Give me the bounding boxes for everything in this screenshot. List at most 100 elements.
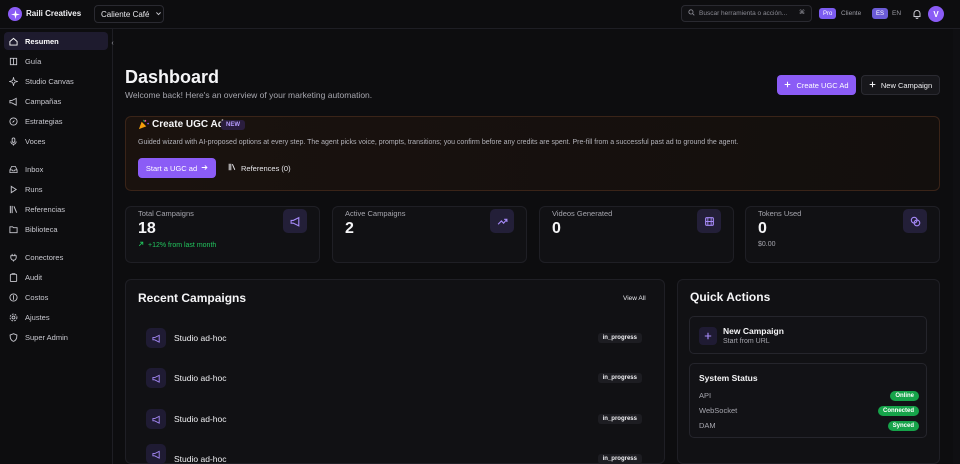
sidebar-item-label: Voces <box>25 136 46 146</box>
bell-icon[interactable] <box>912 9 922 19</box>
campaign-name: Studio ad-hoc <box>174 454 227 464</box>
sidebar-item-runs[interactable]: Runs <box>4 180 108 198</box>
shield-icon <box>9 332 18 342</box>
library-icon <box>228 163 236 173</box>
campaign-name: Studio ad-hoc <box>174 373 227 383</box>
sidebar-item-inbox[interactable]: Inbox <box>4 160 108 178</box>
sidebar-item-label: Estrategias <box>25 116 63 126</box>
trending-up-icon <box>490 209 514 233</box>
status-badge: in_progress <box>597 373 642 383</box>
sidebar-item-label: Resumen <box>25 36 59 46</box>
lang-es-button[interactable]: ES <box>872 8 889 19</box>
stat-label: Videos Generated <box>552 209 613 218</box>
workspace-name: Caliente Café <box>101 9 150 19</box>
sidebar-item-conectores[interactable]: Conectores <box>4 248 108 266</box>
status-row-api: API Online <box>699 391 919 401</box>
campaign-name: Studio ad-hoc <box>174 414 227 424</box>
role-label[interactable]: Cliente <box>841 10 861 17</box>
sidebar-item-guia[interactable]: Guía <box>4 52 108 70</box>
arrow-right-icon <box>201 164 208 173</box>
party-icon <box>138 119 149 132</box>
status-badge: in_progress <box>597 414 642 424</box>
sidebar-item-referencias[interactable]: Referencias <box>4 200 108 218</box>
stat-card-total-campaigns: Total Campaigns 18 +12% from last month <box>125 206 320 263</box>
sidebar-item-label: Studio Canvas <box>25 76 74 86</box>
status-badge: in_progress <box>597 333 642 343</box>
sidebar-item-biblioteca[interactable]: Biblioteca <box>4 220 108 238</box>
new-badge: NEW <box>221 120 245 130</box>
avatar[interactable]: V <box>928 6 944 22</box>
megaphone-icon <box>146 409 166 429</box>
plus-icon <box>699 327 717 345</box>
stat-value: 0 <box>552 220 561 237</box>
start-ugc-ad-button[interactable]: Start a UGC ad <box>138 158 216 178</box>
view-all-link[interactable]: View All <box>623 295 646 302</box>
status-label: DAM <box>699 421 716 430</box>
sidebar-item-estrategias[interactable]: Estrategias <box>4 112 108 130</box>
quick-action-subtitle: Start from URL <box>723 338 770 345</box>
sidebar-item-label: Super Admin <box>25 332 68 342</box>
new-campaign-label: New Campaign <box>880 80 933 90</box>
coin-icon <box>9 292 18 302</box>
sidebar-item-campanas[interactable]: Campañas <box>4 92 108 110</box>
top-bar: Raili Creatives Caliente Café Buscar her… <box>0 0 960 29</box>
references-label: References (0) <box>241 163 291 173</box>
list-item[interactable]: Studio ad-hoc in_progress <box>146 444 646 464</box>
stat-value: 2 <box>345 220 354 237</box>
sidebar-item-label: Audit <box>25 272 43 282</box>
scrollbar[interactable] <box>953 29 960 464</box>
stat-card-tokens-used: Tokens Used 0 $0.00 <box>745 206 940 263</box>
list-item[interactable]: Studio ad-hoc in_progress <box>146 368 646 388</box>
sidebar-item-ajustes[interactable]: Ajustes <box>4 308 108 326</box>
sidebar-item-resumen[interactable]: Resumen <box>4 32 108 50</box>
new-campaign-button[interactable]: New Campaign <box>861 75 940 95</box>
list-item[interactable]: Studio ad-hoc in_progress <box>146 328 646 348</box>
megaphone-icon <box>146 368 166 388</box>
sidebar-item-super-admin[interactable]: Super Admin <box>4 328 108 346</box>
sidebar-item-costos[interactable]: Costos <box>4 288 108 306</box>
coins-icon <box>903 209 927 233</box>
workspace-selector[interactable]: Caliente Café <box>94 5 164 23</box>
sidebar-item-label: Runs <box>25 184 43 194</box>
plus-icon <box>784 81 791 90</box>
stat-trend: +12% from last month <box>138 241 216 249</box>
create-ugc-ad-button[interactable]: Create UGC Ad <box>777 75 856 95</box>
quick-actions-title: Quick Actions <box>690 290 771 304</box>
brand-name[interactable]: Raili Creatives <box>26 9 81 18</box>
compass-icon <box>9 116 18 126</box>
ugc-panel <box>125 116 940 191</box>
sidebar-item-label: Costos <box>25 292 49 302</box>
status-label: WebSocket <box>699 406 738 415</box>
sidebar-item-label: Biblioteca <box>25 224 58 234</box>
start-ugc-ad-label: Start a UGC ad <box>145 163 198 173</box>
plan-badge[interactable]: Pro <box>819 8 837 19</box>
sidebar-item-studio-canvas[interactable]: Studio Canvas <box>4 72 108 90</box>
search-input[interactable]: Buscar herramienta o acción... ⌘ <box>681 5 812 22</box>
megaphone-icon <box>146 444 166 464</box>
sidebar-item-voces[interactable]: Voces <box>4 132 108 150</box>
create-ugc-ad-label: Create UGC Ad <box>796 80 849 90</box>
ugc-title: Create UGC Ad <box>152 119 224 130</box>
home-icon <box>9 37 18 46</box>
references-button[interactable]: References (0) <box>224 158 294 178</box>
clipboard-icon <box>9 272 18 282</box>
stat-label: Total Campaigns <box>138 209 194 218</box>
status-badge: Connected <box>877 406 919 416</box>
chevron-left-icon[interactable]: ‹ <box>107 38 118 49</box>
status-row-dam: DAM Synced <box>699 421 919 431</box>
sidebar-item-audit[interactable]: Audit <box>4 268 108 286</box>
gear-icon <box>9 313 18 322</box>
folder-icon <box>9 225 18 234</box>
search-icon <box>688 9 695 18</box>
stat-card-videos-generated: Videos Generated 0 <box>539 206 734 263</box>
library-icon <box>9 205 18 214</box>
megaphone-icon <box>283 209 307 233</box>
lang-en-button[interactable]: EN <box>892 10 901 17</box>
sidebar-item-label: Campañas <box>25 96 62 106</box>
page-title: Dashboard <box>125 67 220 87</box>
status-badge: Online <box>890 391 919 401</box>
status-badge: in_progress <box>597 454 642 464</box>
sparkle-icon[interactable] <box>8 7 22 21</box>
list-item[interactable]: Studio ad-hoc in_progress <box>146 409 646 429</box>
new-campaign-quick-action[interactable]: New Campaign Start from URL <box>689 316 927 354</box>
